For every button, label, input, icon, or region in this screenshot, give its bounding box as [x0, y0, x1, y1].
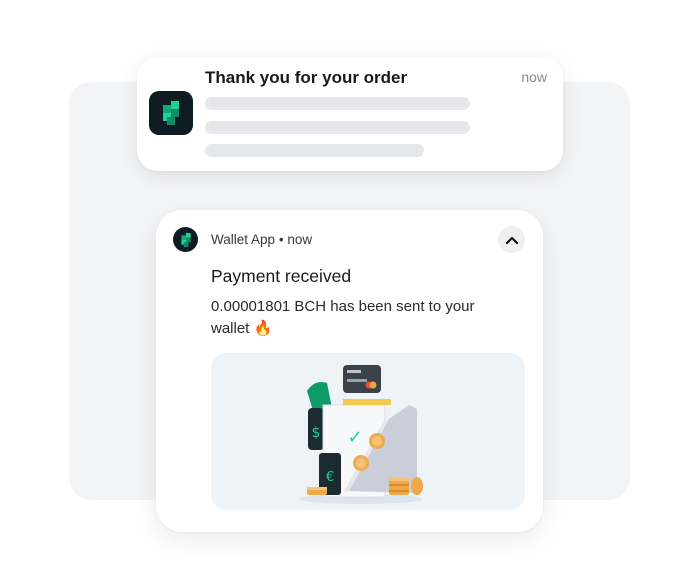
checkmark-icon: ✓ — [347, 427, 362, 448]
collapse-button[interactable] — [498, 226, 525, 253]
body-line-2: wallet — [211, 320, 250, 337]
placeholder-line — [205, 144, 424, 157]
wallet-app-logo-icon — [173, 227, 198, 252]
notification-app-header: Wallet App • now — [211, 232, 312, 247]
payment-notification-card[interactable]: Wallet App • now Payment received 0.0000… — [156, 210, 543, 532]
chevron-up-icon — [505, 236, 518, 244]
order-notification-time: now — [521, 69, 547, 85]
payment-illustration: $ € ✓ — [211, 353, 525, 510]
order-notification-card[interactable]: Thank you for your order now — [137, 57, 563, 171]
placeholder-line — [205, 121, 470, 134]
euro-symbol: € — [326, 470, 334, 485]
fire-emoji-icon: 🔥 — [253, 320, 273, 337]
wallet-illustration: $ € ✓ — [299, 365, 423, 504]
notification-time: now — [287, 232, 313, 247]
notification-body: 0.00001801 BCH has been sent to your wal… — [211, 296, 511, 340]
dollar-symbol: $ — [312, 425, 321, 441]
body-line-1: 0.00001801 BCH has been sent to your — [211, 298, 475, 315]
app-name: Wallet App — [211, 232, 276, 247]
order-notification-title: Thank you for your order — [205, 68, 408, 87]
wallet-app-logo-icon — [149, 91, 193, 135]
header-separator: • — [278, 232, 284, 247]
placeholder-line — [205, 97, 470, 110]
notification-title: Payment received — [211, 266, 352, 286]
